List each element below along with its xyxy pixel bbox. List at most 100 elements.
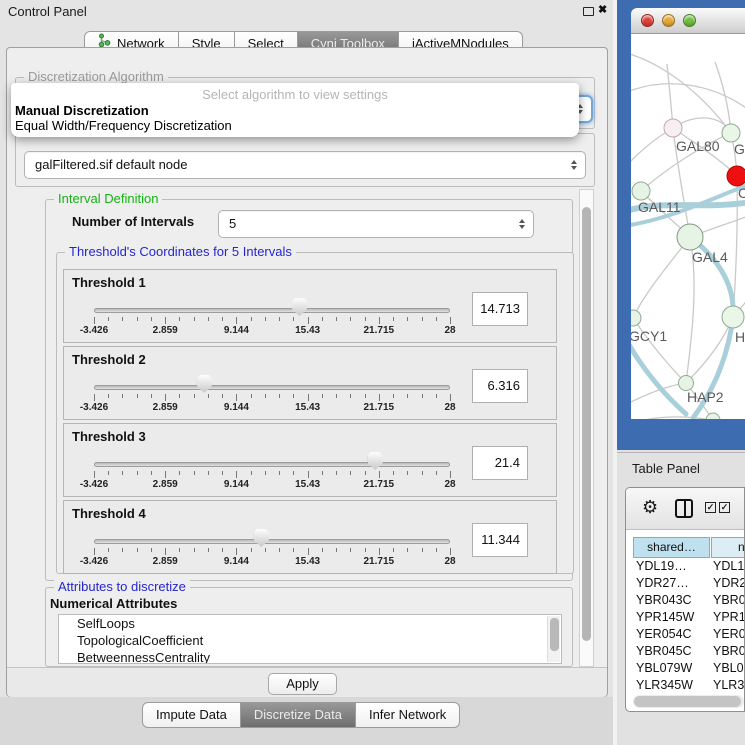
network-graph[interactable]: GAL80G.CGAL11GAL4GCY1HHAP2 [631, 34, 745, 419]
slider-tick [336, 317, 337, 321]
table-toolbar: ⚙ ✓ ✓ [626, 488, 744, 530]
table-row[interactable]: YBL079WYBL0 [626, 660, 744, 677]
threshold-value-field[interactable]: 6.316 [472, 369, 528, 403]
column-header-shared-name[interactable]: shared… [633, 537, 710, 558]
slider-tick [279, 394, 280, 398]
slider-tick [208, 548, 209, 552]
network-edge[interactable] [631, 417, 713, 419]
slider-tick [165, 548, 166, 555]
table-row[interactable]: YLR345WYLR3 [626, 677, 744, 694]
threshold-slider[interactable]: -3.4262.8599.14415.4321.71528 [94, 373, 450, 417]
threshold-label: Threshold 2 [72, 352, 146, 367]
slider-tick [422, 548, 423, 552]
table-panel-title: Table Panel [632, 461, 700, 476]
slider-tick [222, 471, 223, 475]
columns-icon[interactable] [675, 499, 693, 518]
close-traffic-light-icon[interactable] [641, 14, 654, 27]
slider-thumb[interactable] [292, 298, 307, 316]
slider-tick [279, 317, 280, 321]
number-of-intervals-combobox[interactable]: 5 [218, 210, 534, 238]
table-row[interactable]: YBR043CYBR0 [626, 592, 744, 609]
slider-tick [108, 548, 109, 552]
control-panel-titlebar: Control Panel ✖ [0, 0, 613, 22]
zoom-traffic-light-icon[interactable] [683, 14, 696, 27]
checkbox-icon[interactable]: ✓ [705, 502, 716, 513]
threshold-label: Threshold 4 [72, 506, 146, 521]
slider-tick [151, 394, 152, 398]
tab-discretize-data[interactable]: Discretize Data [241, 702, 356, 728]
thresholds-group: Threshold's Coordinates for 5 Intervals … [56, 252, 574, 574]
slider-tick [365, 471, 366, 475]
tab-infer-network[interactable]: Infer Network [356, 702, 460, 728]
threshold-value-field[interactable]: 14.713 [472, 292, 528, 326]
cell-name: YBR0 [713, 643, 745, 660]
slider-thumb[interactable] [254, 529, 269, 547]
slider-tick [179, 471, 180, 475]
table-data-combobox[interactable]: galFiltered.sif default node [24, 151, 586, 179]
table-row[interactable]: YDR27…YDR2 [626, 575, 744, 592]
slider-thumb[interactable] [368, 452, 383, 470]
table-row[interactable]: YPR145WYPR1 [626, 609, 744, 626]
list-item[interactable]: TopologicalCoefficient [59, 632, 561, 649]
list-item[interactable]: SelfLoops [59, 615, 561, 632]
tab-label: Infer Network [369, 703, 446, 727]
slider-tick-label: 15.43 [295, 402, 320, 413]
slider-tick [365, 317, 366, 321]
attributes-scrollbar[interactable] [547, 616, 560, 662]
slider-tick [293, 317, 294, 321]
slider-tick [422, 394, 423, 398]
slider-tick-label: 2.859 [153, 556, 178, 567]
network-node[interactable] [722, 306, 744, 328]
float-window-icon[interactable] [583, 7, 594, 16]
slider-tick [407, 471, 408, 475]
slider-tick [293, 471, 294, 475]
close-icon[interactable]: ✖ [598, 3, 607, 16]
network-window-titlebar[interactable] [631, 8, 745, 34]
scrollbar-thumb[interactable] [582, 207, 591, 641]
popup-item-equal-width-frequency[interactable]: Equal Width/Frequency Discretization [15, 118, 232, 133]
table-row[interactable]: YER054CYER0 [626, 626, 744, 643]
slider-tick [108, 471, 109, 475]
combo-stepper-icon [519, 219, 525, 229]
apply-button[interactable]: Apply [268, 673, 337, 695]
tab-impute-data[interactable]: Impute Data [142, 702, 241, 728]
column-header-name[interactable]: na [711, 537, 745, 558]
minimize-traffic-light-icon[interactable] [662, 14, 675, 27]
network-canvas[interactable]: GAL80G.CGAL11GAL4GCY1HHAP2 [631, 34, 745, 419]
panel-scrollbar[interactable] [579, 189, 594, 667]
threshold-value-field[interactable]: 11.344 [472, 523, 528, 557]
network-node[interactable] [632, 182, 650, 200]
slider-tick [393, 548, 394, 552]
scrollbar-thumb[interactable] [634, 696, 741, 707]
network-node[interactable] [631, 310, 641, 326]
threshold-slider[interactable]: -3.4262.8599.14415.4321.71528 [94, 296, 450, 340]
slider-tick [322, 317, 323, 321]
network-node[interactable] [677, 224, 703, 250]
network-node[interactable] [722, 124, 740, 142]
numerical-attributes-list[interactable]: SelfLoopsTopologicalCoefficientBetweenne… [58, 614, 562, 664]
list-item[interactable]: BetweennessCentrality [59, 649, 561, 664]
network-node[interactable] [727, 166, 745, 186]
slider-tick [436, 471, 437, 475]
slider-tick [251, 471, 252, 475]
threshold-slider[interactable]: -3.4262.8599.14415.4321.71528 [94, 527, 450, 571]
table-horizontal-scrollbar[interactable] [633, 695, 744, 708]
popup-item-manual-discretization[interactable]: Manual Discretization [15, 103, 149, 118]
threshold-slider[interactable]: -3.4262.8599.14415.4321.71528 [94, 450, 450, 494]
scrollbar-thumb[interactable] [550, 618, 559, 651]
slider-tick [265, 394, 266, 398]
slider-track [94, 462, 450, 467]
popup-hint: Select algorithm to view settings [11, 87, 579, 102]
table-row[interactable]: YBR045CYBR0 [626, 643, 744, 660]
table-row[interactable]: YDL19…YDL1 [626, 558, 744, 575]
slider-tick [222, 317, 223, 321]
slider-thumb[interactable] [197, 375, 212, 393]
checkbox-icon[interactable]: ✓ [719, 502, 730, 513]
gear-icon[interactable]: ⚙ [642, 497, 658, 518]
network-node[interactable] [664, 119, 682, 137]
slider-tick [365, 548, 366, 552]
threshold-value-field[interactable]: 21.4 [472, 446, 528, 480]
threshold-panel: Threshold 3-3.4262.8599.14415.4321.71528… [63, 423, 557, 497]
slider-tick [251, 394, 252, 398]
network-edge[interactable] [633, 237, 690, 318]
